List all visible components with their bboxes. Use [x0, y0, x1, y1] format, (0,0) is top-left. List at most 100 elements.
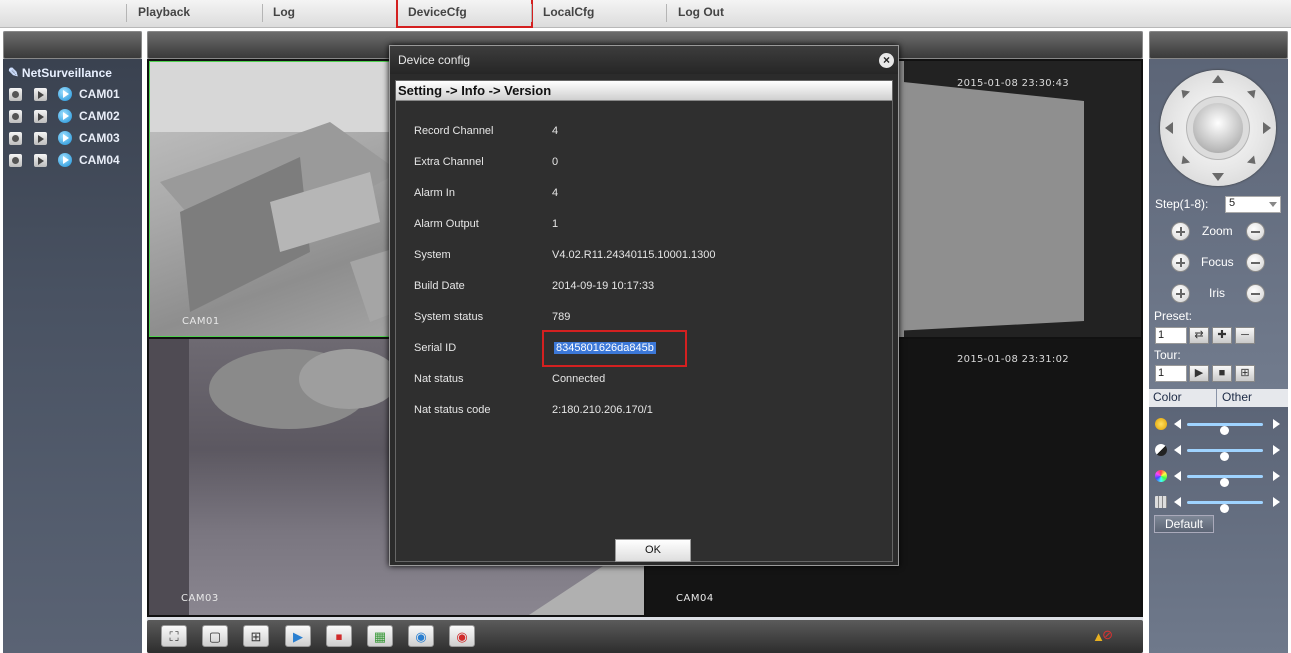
contrast-slider[interactable]	[1187, 449, 1263, 461]
tree-camera-item[interactable]: CAM02	[9, 109, 120, 123]
ok-button[interactable]: OK	[615, 539, 691, 562]
slider-thumb[interactable]	[1220, 426, 1229, 435]
info-label: Extra Channel	[414, 156, 484, 168]
plus-icon: ✚	[1217, 329, 1227, 341]
play-icon[interactable]	[34, 153, 47, 167]
increase-arrow-icon[interactable]	[1273, 419, 1280, 429]
close-all-video-button[interactable]: ⏹	[326, 625, 352, 647]
decrease-arrow-icon[interactable]	[1174, 445, 1181, 455]
slider-thumb[interactable]	[1220, 504, 1229, 513]
close-video-icon: ⏹	[335, 628, 343, 644]
menu-log[interactable]: Log	[273, 0, 295, 26]
stream-icon[interactable]	[58, 153, 72, 167]
video-toolbar: ⛶ ▢ ⊞ ▶ ⏹ ▦ ◉ ◉ ▲ ⊘	[147, 620, 1143, 653]
focus-in-button[interactable]	[1171, 253, 1190, 272]
mute-icon[interactable]: ⊘	[1102, 627, 1113, 643]
menu-playback[interactable]: Playback	[138, 0, 190, 26]
iris-close-button[interactable]	[1246, 284, 1265, 303]
record-icon[interactable]	[9, 87, 22, 101]
fullscreen-icon: ⛶	[169, 628, 179, 644]
brightness-icon	[1155, 418, 1167, 430]
arrow-left-icon[interactable]	[1165, 122, 1173, 134]
tour-grid-button[interactable]: ⊞	[1235, 365, 1255, 382]
arrow-down-icon[interactable]	[1212, 173, 1224, 181]
tour-input[interactable]: 1	[1155, 365, 1187, 382]
info-value: 2014-09-19 10:17:33	[552, 280, 655, 292]
close-icon[interactable]: ×	[879, 53, 894, 68]
tree-camera-item[interactable]: CAM04	[9, 153, 120, 167]
tree-root-device[interactable]: ✎ NetSurveillance	[8, 65, 112, 81]
snapshot-button[interactable]: ▦	[367, 625, 393, 647]
decrease-arrow-icon[interactable]	[1174, 471, 1181, 481]
info-value: 2:180.210.206.170/1	[552, 404, 653, 416]
tree-camera-item[interactable]: CAM03	[9, 131, 120, 145]
brightness-slider[interactable]	[1187, 423, 1263, 435]
arrow-down-right-icon[interactable]	[1246, 155, 1260, 168]
open-all-video-button[interactable]: ▶	[285, 625, 311, 647]
contrast-slider-row	[1155, 442, 1283, 461]
record-icon[interactable]	[9, 109, 22, 123]
arrow-down-left-icon[interactable]	[1177, 155, 1191, 168]
increase-arrow-icon[interactable]	[1273, 497, 1280, 507]
step-label: Step(1-8):	[1155, 197, 1209, 211]
fullscreen-button[interactable]: ⛶	[161, 625, 187, 647]
preset-goto-button[interactable]: ⇄	[1189, 327, 1209, 344]
step-value: 5	[1229, 197, 1236, 209]
stream-icon[interactable]	[58, 87, 72, 101]
tree-camera-item[interactable]: CAM01	[9, 87, 120, 101]
ptz-panel: Step(1-8): 5 Zoom Focus Iris Preset: 1 ⇄…	[1149, 31, 1288, 653]
single-view-button[interactable]: ▢	[202, 625, 228, 647]
serial-highlight-box	[542, 330, 687, 367]
info-value: 4	[552, 125, 559, 137]
play-icon[interactable]	[34, 87, 47, 101]
increase-arrow-icon[interactable]	[1273, 471, 1280, 481]
stop-record-icon: ◉	[456, 628, 468, 644]
preset-input[interactable]: 1	[1155, 327, 1187, 344]
tile-timestamp: 2015-01-08 23:30:43	[957, 78, 1069, 89]
saturation-slider[interactable]	[1187, 475, 1263, 487]
contrast-icon	[1155, 444, 1167, 456]
record-all-button[interactable]: ◉	[408, 625, 434, 647]
decrease-arrow-icon[interactable]	[1174, 497, 1181, 507]
chevron-down-icon	[1269, 202, 1277, 207]
arrow-up-icon[interactable]	[1212, 75, 1224, 83]
grid-icon: ⊞	[1240, 367, 1250, 379]
record-icon[interactable]	[9, 153, 22, 167]
focus-out-button[interactable]	[1246, 253, 1265, 272]
play-icon[interactable]	[34, 131, 47, 145]
tour-play-button[interactable]: ▶	[1189, 365, 1209, 382]
slider-thumb[interactable]	[1220, 478, 1229, 487]
arrow-up-right-icon[interactable]	[1246, 86, 1260, 99]
step-select[interactable]: 5	[1225, 196, 1281, 213]
ptz-direction-pad[interactable]	[1160, 70, 1276, 186]
zoom-out-button[interactable]	[1246, 222, 1265, 241]
decrease-arrow-icon[interactable]	[1174, 419, 1181, 429]
play-icon[interactable]	[34, 109, 47, 123]
increase-arrow-icon[interactable]	[1273, 445, 1280, 455]
stop-record-button[interactable]: ◉	[449, 625, 475, 647]
preset-add-button[interactable]: ✚	[1212, 327, 1232, 344]
zoom-in-button[interactable]	[1171, 222, 1190, 241]
tab-other[interactable]: Other	[1218, 389, 1288, 407]
stream-icon[interactable]	[58, 109, 72, 123]
arrow-up-left-icon[interactable]	[1177, 86, 1191, 99]
default-button[interactable]: Default	[1154, 515, 1214, 533]
menu-devicecfg[interactable]: DeviceCfg	[396, 0, 533, 28]
menu-logout[interactable]: Log Out	[678, 0, 724, 26]
iris-open-button[interactable]	[1171, 284, 1190, 303]
quad-view-button[interactable]: ⊞	[243, 625, 269, 647]
record-icon[interactable]	[9, 131, 22, 145]
tab-color[interactable]: Color	[1149, 389, 1217, 407]
slider-thumb[interactable]	[1220, 452, 1229, 461]
info-label: Alarm Output	[414, 218, 479, 230]
hue-slider[interactable]	[1187, 501, 1263, 513]
menu-localcfg[interactable]: LocalCfg	[543, 0, 594, 26]
tour-stop-button[interactable]: ■	[1212, 365, 1232, 382]
arrow-right-icon[interactable]	[1263, 122, 1271, 134]
preset-delete-button[interactable]: ─	[1235, 327, 1255, 344]
ptz-center-button[interactable]	[1193, 103, 1243, 153]
info-label: Build Date	[414, 280, 465, 292]
iris-label: Iris	[1209, 286, 1225, 300]
device-tree-header	[3, 31, 142, 59]
stream-icon[interactable]	[58, 131, 72, 145]
